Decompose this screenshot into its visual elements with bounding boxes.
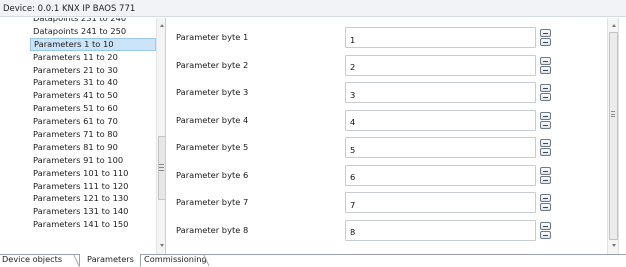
- parameter-spinner[interactable]: [540, 166, 551, 184]
- tab-label: Device objects: [2, 254, 63, 264]
- parameter-label: Parameter byte 1: [176, 32, 249, 42]
- increment-icon[interactable]: [540, 29, 551, 37]
- decrement-icon[interactable]: [540, 175, 551, 184]
- parameter-scroll-thumb[interactable]: [609, 32, 618, 240]
- parameter-value-input[interactable]: [345, 192, 536, 213]
- tree-item[interactable]: Parameters 101 to 110: [30, 167, 156, 180]
- decrement-icon[interactable]: [540, 230, 551, 239]
- scroll-up-icon[interactable]: [612, 24, 616, 27]
- parameter-scrollbar[interactable]: [607, 18, 619, 254]
- parameter-spinner[interactable]: [540, 84, 551, 101]
- tree-item[interactable]: Parameters 1 to 10: [30, 37, 156, 51]
- tab-label: Parameters: [87, 254, 134, 264]
- parameter-spinner[interactable]: [540, 194, 551, 211]
- tree-item[interactable]: Parameters 51 to 60: [30, 102, 156, 115]
- tree-item[interactable]: Parameters 91 to 100: [30, 154, 156, 167]
- parameter-label: Parameter byte 6: [176, 169, 249, 180]
- parameter-row: Parameter byte 4: [166, 107, 604, 134]
- parameter-label: Parameter byte 7: [176, 197, 249, 207]
- tree-item[interactable]: Parameters 31 to 40: [30, 76, 156, 89]
- decrement-icon[interactable]: [540, 148, 551, 156]
- grip-icon: [611, 111, 615, 117]
- parameter-value-input[interactable]: [345, 27, 536, 48]
- scroll-up-icon[interactable]: [160, 24, 164, 27]
- parameter-value-input[interactable]: [345, 137, 536, 158]
- object-tree-list: Datapoints 231 to 240 Datapoints 241 to 2…: [30, 18, 156, 231]
- parameter-spinner[interactable]: [540, 221, 551, 239]
- tree-item[interactable]: Parameters 21 to 30: [30, 64, 156, 77]
- increment-icon[interactable]: [540, 84, 551, 92]
- tree-item[interactable]: Parameters 11 to 20: [30, 51, 156, 64]
- tree-item[interactable]: Datapoints 241 to 250: [30, 25, 156, 38]
- decrement-icon[interactable]: [540, 38, 551, 46]
- parameter-row: Parameter byte 2: [166, 52, 604, 79]
- parameter-label: Parameter byte 4: [176, 114, 249, 125]
- parameter-spinner[interactable]: [540, 29, 551, 46]
- decrement-icon[interactable]: [540, 120, 551, 129]
- increment-icon[interactable]: [540, 139, 551, 147]
- tree-scrollbar[interactable]: [156, 18, 165, 254]
- scroll-down-icon[interactable]: [160, 244, 164, 247]
- parameter-panel: Parameter byte 1 Parameter byte 2 Paramete…: [166, 18, 626, 254]
- parameter-value-input[interactable]: [345, 219, 536, 241]
- decrement-icon[interactable]: [540, 65, 551, 74]
- decrement-icon[interactable]: [540, 93, 551, 101]
- tree-item[interactable]: Datapoints 231 to 240: [30, 18, 156, 25]
- parameter-label: Parameter byte 3: [176, 87, 249, 97]
- parameter-value-input[interactable]: [345, 82, 536, 103]
- parameter-row: Parameter byte 7: [166, 189, 604, 216]
- parameter-value-input[interactable]: [345, 54, 536, 76]
- parameter-row: Parameter byte 5: [166, 134, 604, 161]
- tree-item[interactable]: Parameters 61 to 70: [30, 115, 156, 128]
- parameter-row: Parameter byte 8: [166, 217, 604, 244]
- decrement-icon[interactable]: [540, 203, 551, 211]
- parameter-spinner[interactable]: [540, 139, 551, 156]
- increment-icon[interactable]: [540, 166, 551, 175]
- device-info-bar: Device: 0.0.1 KNX IP BAOS 771: [0, 0, 626, 17]
- parameter-spinner[interactable]: [540, 56, 551, 74]
- parameter-label: Parameter byte 8: [176, 224, 249, 235]
- tab-parameters[interactable]: Parameters: [79, 254, 141, 267]
- tab-bar: Device objects Parameters Commissioning: [0, 254, 626, 267]
- tab-commissioning[interactable]: Commissioning: [141, 254, 207, 267]
- object-tree-panel: Datapoints 231 to 240 Datapoints 241 to 2…: [0, 18, 166, 254]
- parameter-row: Parameter byte 1: [166, 24, 604, 51]
- grip-icon: [159, 164, 164, 171]
- tree-item[interactable]: Parameters 131 to 140: [30, 205, 156, 218]
- tree-item[interactable]: Parameters 71 to 80: [30, 128, 156, 141]
- parameter-value-input[interactable]: [345, 109, 536, 131]
- increment-icon[interactable]: [540, 221, 551, 230]
- parameter-value-input[interactable]: [345, 164, 536, 186]
- parameter-row: Parameter byte 3: [166, 79, 604, 106]
- parameter-row: Parameter byte 6: [166, 162, 604, 189]
- parameter-label: Parameter byte 2: [176, 59, 249, 70]
- increment-icon[interactable]: [540, 111, 551, 120]
- increment-icon[interactable]: [540, 194, 551, 202]
- tree-item[interactable]: Parameters 81 to 90: [30, 141, 156, 154]
- tree-item[interactable]: Parameters 121 to 130: [30, 192, 156, 205]
- tree-item[interactable]: Parameters 111 to 120: [30, 180, 156, 193]
- tab-device-objects[interactable]: Device objects: [0, 254, 79, 267]
- parameter-spinner[interactable]: [540, 111, 551, 129]
- increment-icon[interactable]: [540, 56, 551, 65]
- tree-item[interactable]: Parameters 141 to 150: [30, 218, 156, 231]
- tree-item[interactable]: Parameters 41 to 50: [30, 89, 156, 102]
- device-label: Device: 0.0.1 KNX IP BAOS 771: [3, 4, 136, 14]
- scroll-down-icon[interactable]: [612, 244, 616, 247]
- parameter-label: Parameter byte 5: [176, 142, 249, 152]
- tab-label: Commissioning: [144, 254, 207, 264]
